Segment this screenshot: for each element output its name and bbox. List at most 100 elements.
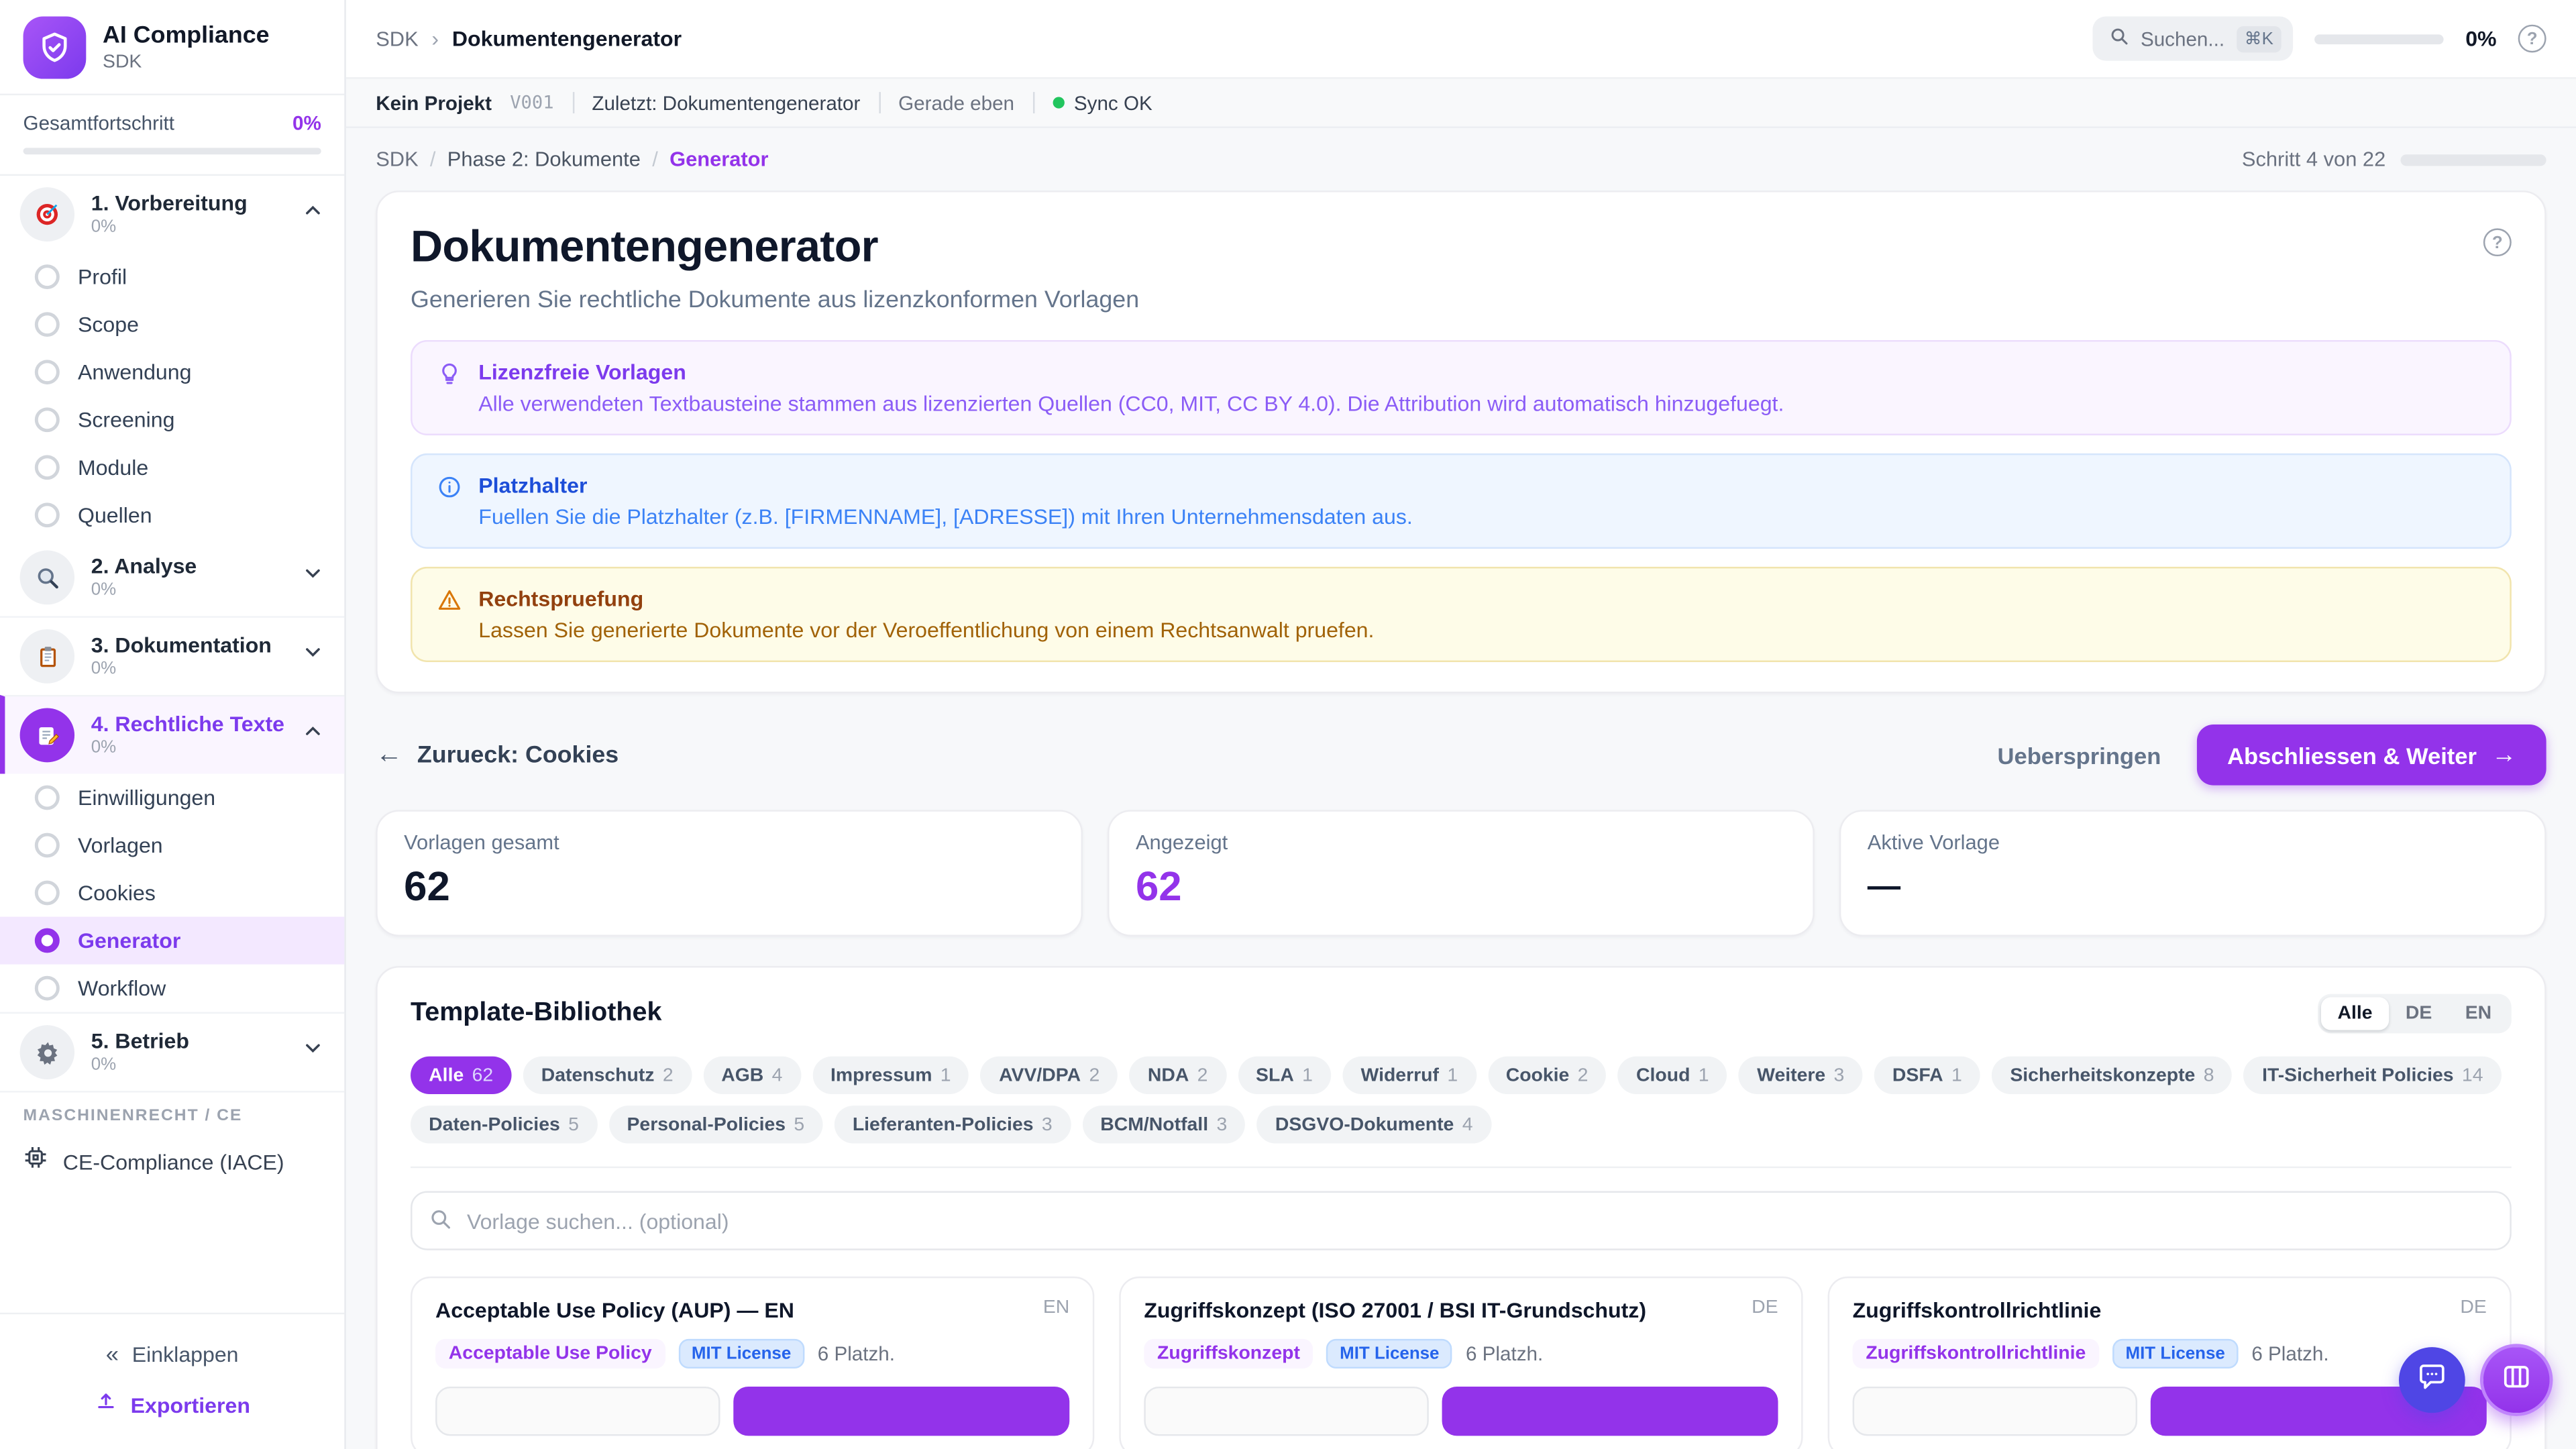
filter-chip-datenschutz[interactable]: Datenschutz2	[523, 1057, 692, 1094]
help-icon[interactable]: ?	[2483, 228, 2512, 256]
stat-shown: Angezeigt 62	[1108, 810, 1815, 936]
filter-chip-personal-policies[interactable]: Personal-Policies5	[608, 1106, 822, 1143]
note-body: Alle verwendeten Textbausteine stammen a…	[478, 391, 1784, 416]
filter-chip-daten-policies[interactable]: Daten-Policies5	[411, 1106, 597, 1143]
template-search-input[interactable]	[411, 1191, 2512, 1250]
filter-chip-dsfa[interactable]: DSFA1	[1874, 1057, 1980, 1094]
chevron-down-icon	[301, 1036, 325, 1068]
template-card-zugriffskonzept[interactable]: Zugriffskonzept (ISO 27001 / BSI IT-Grun…	[1119, 1277, 1803, 1449]
help-icon[interactable]: ?	[2518, 25, 2546, 53]
radio-selected-icon	[35, 928, 60, 953]
section-items-rechtliche-texte: Einwilligungen Vorlagen Cookies Generato…	[0, 773, 344, 1012]
item-label: Module	[78, 455, 148, 480]
preview-button[interactable]	[435, 1387, 719, 1436]
radio-icon	[35, 312, 60, 337]
finish-next-button[interactable]: Abschliessen & Weiter →	[2198, 724, 2546, 786]
template-lang-badge: DE	[1752, 1298, 1778, 1318]
filter-chip-cookie[interactable]: Cookie2	[1488, 1057, 1607, 1094]
sidebar-section-dokumentation[interactable]: 3. Dokumentation 0%	[0, 616, 344, 695]
export-button[interactable]: Exportieren	[0, 1379, 344, 1433]
sidebar-section-betrieb[interactable]: 5. Betrieb 0%	[0, 1012, 344, 1091]
shield-check-icon	[23, 16, 87, 78]
skip-button[interactable]: Ueberspringen	[1998, 742, 2161, 768]
section-label: 4. Rechtliche Texte	[91, 712, 285, 737]
filter-chip-it-sicherheit[interactable]: IT-Sicherheit Policies14	[2244, 1057, 2502, 1094]
sidebar-item-scope[interactable]: Scope	[0, 301, 344, 348]
stat-value: —	[1868, 869, 2518, 907]
filter-chip-impressum[interactable]: Impressum1	[812, 1057, 969, 1094]
crumb-phase[interactable]: Phase 2: Dokumente	[447, 148, 641, 170]
lang-tab-alle[interactable]: Alle	[2321, 998, 2389, 1030]
filter-chip-alle[interactable]: Alle62	[411, 1057, 511, 1094]
filter-chip-bcm-notfall[interactable]: BCM/Notfall3	[1082, 1106, 1245, 1143]
filter-chip-cloud[interactable]: Cloud1	[1618, 1057, 1727, 1094]
step-progress-bar	[2400, 154, 2546, 165]
filter-chip-sicherheitskonzepte[interactable]: Sicherheitskonzepte8	[1992, 1057, 2232, 1094]
sidebar-item-anwendung[interactable]: Anwendung	[0, 348, 344, 396]
collapse-sidebar-button[interactable]: « Einklappen	[0, 1329, 344, 1378]
radio-icon	[35, 360, 60, 384]
chevron-down-icon	[301, 562, 325, 594]
breadcrumb-root[interactable]: SDK	[376, 27, 418, 50]
item-label: Vorlagen	[78, 833, 163, 858]
sidebar-item-profil[interactable]: Profil	[0, 253, 344, 301]
note-body: Lassen Sie generierte Dokumente vor der …	[478, 618, 1374, 643]
note-title: Rechtspruefung	[478, 586, 1374, 611]
breadcrumb-current: Dokumentengenerator	[452, 26, 682, 51]
sidebar-item-quellen[interactable]: Quellen	[0, 491, 344, 539]
global-search[interactable]: Suchen... ⌘K	[2092, 16, 2293, 60]
memo-icon	[20, 708, 74, 763]
filter-chip-weitere[interactable]: Weitere3	[1739, 1057, 1862, 1094]
section-pct: 0%	[91, 659, 285, 679]
filter-chip-nda[interactable]: NDA2	[1130, 1057, 1226, 1094]
top-bar-right: Suchen... ⌘K 0% ?	[2092, 16, 2546, 60]
divider	[572, 92, 574, 113]
chat-fab-button[interactable]	[2399, 1347, 2465, 1413]
sidebar-item-workflow[interactable]: Workflow	[0, 965, 344, 1012]
sidebar-section-rechtliche-texte[interactable]: 4. Rechtliche Texte 0%	[0, 695, 344, 774]
preview-button[interactable]	[1144, 1387, 1428, 1436]
filter-chip-agb[interactable]: AGB4	[703, 1057, 801, 1094]
preview-button[interactable]	[1853, 1387, 2137, 1436]
sidebar-item-cookies[interactable]: Cookies	[0, 869, 344, 917]
filter-chip-dsgvo-dokumente[interactable]: DSGVO-Dokumente4	[1257, 1106, 1491, 1143]
filter-chip-widerruf[interactable]: Widerruf1	[1342, 1057, 1476, 1094]
columns-fab-button[interactable]	[2480, 1344, 2553, 1416]
lang-tab-de[interactable]: DE	[2389, 998, 2449, 1030]
top-breadcrumb: SDK › Dokumentengenerator	[376, 26, 682, 51]
lang-tab-en[interactable]: EN	[2449, 998, 2508, 1030]
divider	[879, 92, 880, 113]
sidebar-item-screening[interactable]: Screening	[0, 396, 344, 443]
template-card-aup[interactable]: Acceptable Use Policy (AUP) — EN EN Acce…	[411, 1277, 1094, 1449]
sidebar-item-vorlagen[interactable]: Vorlagen	[0, 822, 344, 869]
sidebar-item-module[interactable]: Module	[0, 443, 344, 491]
generate-button[interactable]	[1441, 1387, 1778, 1436]
sidebar-section-vorbereitung[interactable]: 1. Vorbereitung 0%	[0, 176, 344, 253]
generate-button[interactable]	[733, 1387, 1069, 1436]
item-label: Quellen	[78, 502, 152, 527]
radio-icon	[35, 833, 60, 858]
sidebar-footer: « Einklappen Exportieren	[0, 1313, 344, 1449]
sidebar-item-einwilligungen[interactable]: Einwilligungen	[0, 773, 344, 821]
overall-progress: Gesamtfortschritt 0%	[0, 95, 344, 176]
radio-icon	[35, 881, 60, 906]
app-subtitle: SDK	[103, 53, 270, 72]
item-label: Einwilligungen	[78, 786, 215, 810]
filter-chip-avv-dpa[interactable]: AVV/DPA2	[981, 1057, 1118, 1094]
lightbulb-icon	[437, 362, 462, 416]
back-button[interactable]: ← Zurueck: Cookies	[376, 740, 619, 769]
sidebar-item-ce-compliance[interactable]: CE-Compliance (IACE)	[0, 1132, 344, 1194]
placeholder-count: 6 Platzh.	[1466, 1342, 1543, 1365]
section-pct: 0%	[91, 1055, 285, 1075]
filter-chip-lieferanten-policies[interactable]: Lieferanten-Policies3	[835, 1106, 1071, 1143]
template-lang-badge: DE	[2460, 1298, 2486, 1318]
template-title: Zugriffskonzept (ISO 27001 / BSI IT-Grun…	[1144, 1298, 1646, 1325]
crumb-sdk[interactable]: SDK	[376, 148, 418, 170]
language-toggle: Alle DE EN	[2318, 994, 2512, 1034]
sidebar-section-analyse[interactable]: 2. Analyse 0%	[0, 539, 344, 616]
upload-icon	[94, 1390, 117, 1421]
filter-chip-sla[interactable]: SLA1	[1238, 1057, 1331, 1094]
sidebar-item-generator[interactable]: Generator	[0, 917, 344, 965]
stat-label: Angezeigt	[1136, 831, 1786, 854]
template-grid: Acceptable Use Policy (AUP) — EN EN Acce…	[411, 1277, 2512, 1449]
